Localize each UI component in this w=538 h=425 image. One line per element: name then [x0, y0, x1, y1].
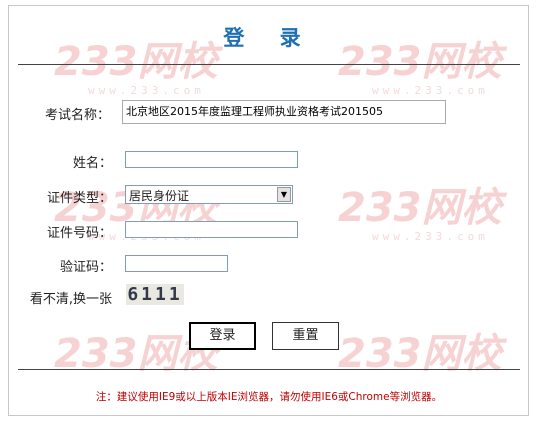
watermark-url: www.233.com	[372, 230, 489, 243]
captcha-image[interactable]: 6111	[126, 284, 184, 305]
id-type-label: 证件类型：	[46, 191, 112, 206]
id-type-value: 居民身份证	[129, 189, 190, 203]
captcha-input[interactable]	[125, 255, 228, 272]
footer-divider	[18, 369, 520, 370]
captcha-label: 验证码：	[59, 260, 112, 275]
exam-name-field: 北京地区2015年度监理工程师执业资格考试201505	[122, 100, 446, 124]
browser-note: 注：建议使用IE9或以上版本IE浏览器，请勿使用IE6或Chrome等浏览器。	[95, 391, 443, 403]
id-type-select[interactable]: 居民身份证 ▼	[125, 185, 293, 204]
name-input[interactable]	[125, 151, 298, 168]
reset-button[interactable]: 重置	[272, 322, 339, 350]
watermark-url: www.233.com	[88, 84, 205, 97]
exam-name-label: 考试名称：	[44, 108, 110, 123]
dropdown-arrow-icon[interactable]: ▼	[277, 187, 291, 202]
page-title: 登 录	[223, 26, 315, 50]
watermark-logo: 233网校	[338, 185, 502, 231]
watermark-logo: 233网校	[338, 331, 502, 377]
login-button[interactable]: 登录	[189, 322, 256, 350]
refresh-captcha-link[interactable]: 看不清,换一张	[12, 288, 112, 307]
watermark-url: www.233.com	[372, 84, 489, 97]
name-label: 姓名：	[72, 156, 112, 171]
id-number-label: 证件号码：	[46, 226, 112, 241]
title-divider	[18, 64, 520, 65]
id-number-input[interactable]	[125, 221, 298, 238]
